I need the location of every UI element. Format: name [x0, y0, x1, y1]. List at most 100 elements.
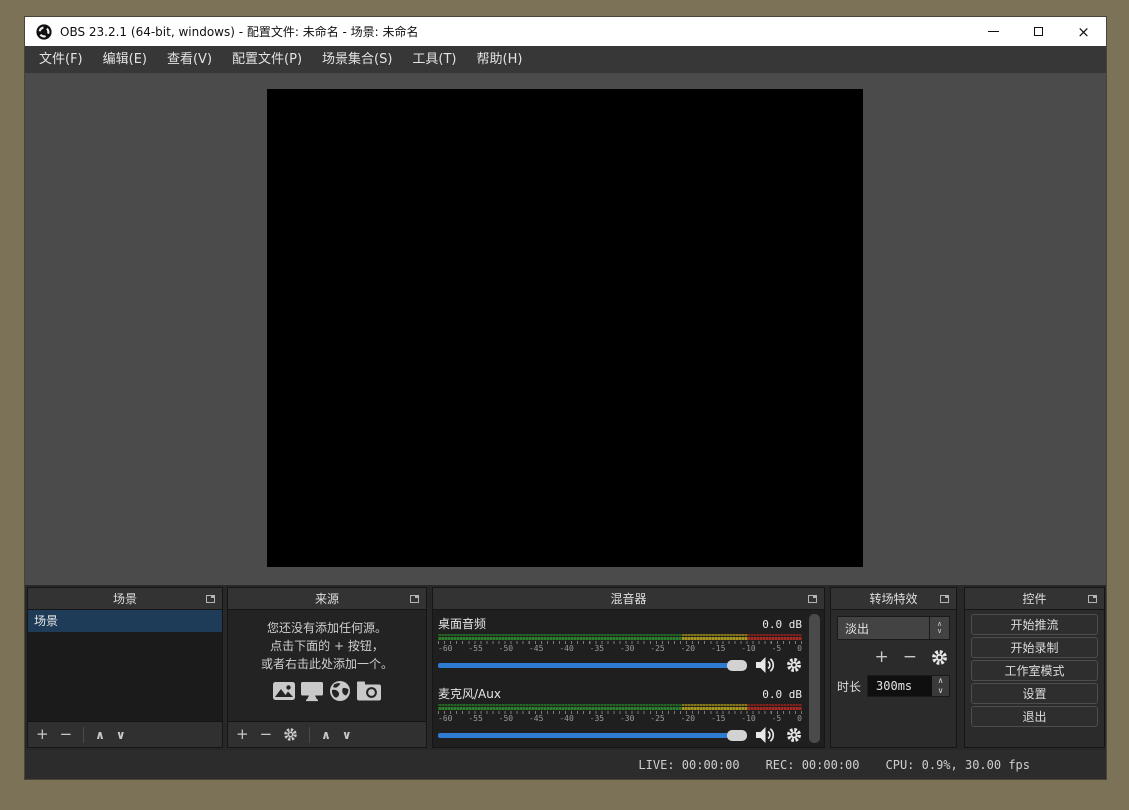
menu-file[interactable]: 文件(F) [29, 46, 93, 73]
sources-hint-line-3: 或者右击此处添加一个。 [228, 655, 426, 673]
status-bar: LIVE: 00:00:00 REC: 00:00:00 CPU: 0.9%, … [25, 750, 1106, 779]
speaker-mute-button[interactable] [756, 657, 777, 673]
menu-edit[interactable]: 编辑(E) [93, 46, 157, 73]
mixer-body: 桌面音频 0.0 dB -60-55-50-45-40-35-30-25-20-… [433, 610, 824, 747]
scene-up-button[interactable]: ∧ [95, 729, 105, 741]
camera-source-icon [356, 680, 382, 702]
sources-panel-title: 来源 [315, 590, 339, 607]
menu-scene-collection[interactable]: 场景集合(S) [312, 46, 402, 73]
sources-panel-header[interactable]: 来源 [228, 588, 426, 610]
source-properties-gear-icon[interactable] [283, 727, 298, 742]
channel-name: 麦克风/Aux [438, 685, 501, 702]
add-source-button[interactable]: + [236, 727, 249, 742]
channel-name: 桌面音频 [438, 615, 486, 632]
scene-down-button[interactable]: ∨ [116, 729, 126, 741]
mixer-scrollbar[interactable] [809, 614, 820, 743]
duration-label: 时长 [837, 678, 861, 695]
studio-mode-button[interactable]: 工作室模式 [971, 660, 1098, 681]
title-bar[interactable]: OBS 23.2.1 (64-bit, windows) - 配置文件: 未命名… [25, 17, 1106, 46]
float-dock-icon[interactable] [1088, 595, 1097, 603]
mixer-channel-mic-aux: 麦克风/Aux 0.0 dB -60-55-50-45-40-35-30-25-… [438, 685, 802, 743]
duration-value[interactable]: 300ms [868, 676, 932, 696]
duration-increment-button[interactable]: ∧ [932, 676, 949, 686]
add-scene-button[interactable]: + [36, 727, 49, 742]
channel-settings-gear-icon[interactable] [786, 727, 802, 743]
transitions-panel: 转场特效 淡出 ∧ ∨ + − [830, 587, 957, 748]
duration-spinbox[interactable]: 300ms ∧ ∨ [867, 675, 950, 697]
sources-toolbar: + − ∧ ∨ [228, 721, 426, 747]
menu-profile[interactable]: 配置文件(P) [222, 46, 312, 73]
transition-select[interactable]: 淡出 ∧ ∨ [837, 616, 950, 640]
display-source-icon [300, 680, 324, 702]
float-dock-icon[interactable] [940, 595, 949, 603]
mixer-panel: 混音器 桌面音频 0.0 dB -60-55-50-45-40-35-30-25… [432, 587, 825, 748]
transitions-panel-header[interactable]: 转场特效 [831, 588, 956, 610]
exit-button[interactable]: 退出 [971, 706, 1098, 727]
menu-help[interactable]: 帮助(H) [467, 46, 533, 73]
volume-meter: -60-55-50-45-40-35-30-25-20-15-10-50 [438, 634, 802, 653]
preview-area [25, 73, 1106, 585]
toolbar-separator [83, 727, 84, 743]
minimize-button[interactable] [971, 17, 1016, 46]
controls-panel: 控件 开始推流 开始录制 工作室模式 设置 退出 [964, 587, 1105, 748]
settings-button[interactable]: 设置 [971, 683, 1098, 704]
scenes-panel-header[interactable]: 场景 [28, 588, 222, 610]
obs-logo-icon [36, 24, 52, 40]
start-recording-button[interactable]: 开始录制 [971, 637, 1098, 658]
scenes-toolbar: + − ∧ ∨ [28, 721, 222, 747]
start-streaming-button[interactable]: 开始推流 [971, 614, 1098, 635]
remove-transition-button[interactable]: − [903, 649, 917, 666]
globe-source-icon [328, 680, 352, 702]
source-down-button[interactable]: ∨ [342, 729, 352, 741]
channel-settings-gear-icon[interactable] [786, 657, 802, 673]
float-dock-icon[interactable] [808, 595, 817, 603]
mixer-panel-header[interactable]: 混音器 [433, 588, 824, 610]
float-dock-icon[interactable] [410, 595, 419, 603]
transition-selected-value: 淡出 [838, 620, 929, 637]
speaker-mute-button[interactable] [756, 727, 777, 743]
sources-hint-line-2: 点击下面的 + 按钮， [228, 637, 426, 655]
preview-canvas[interactable] [267, 89, 863, 567]
volume-slider[interactable] [438, 663, 747, 668]
duration-decrement-button[interactable]: ∨ [932, 686, 949, 696]
transition-select-spinner[interactable]: ∧ ∨ [929, 617, 949, 639]
image-source-icon [272, 680, 296, 702]
close-icon: × [1077, 23, 1090, 41]
sources-empty-area[interactable]: 您还没有添加任何源。 点击下面的 + 按钮， 或者右击此处添加一个。 [228, 610, 426, 721]
volume-slider-handle[interactable] [727, 660, 747, 671]
transitions-panel-title: 转场特效 [869, 590, 917, 607]
remove-scene-button[interactable]: − [60, 727, 73, 742]
scenes-panel: 场景 场景 + − ∧ ∨ [27, 587, 223, 748]
controls-panel-title: 控件 [1022, 590, 1046, 607]
menu-view[interactable]: 查看(V) [157, 46, 222, 73]
sources-panel: 来源 您还没有添加任何源。 点击下面的 + 按钮， 或者右击此处添加一个。 [227, 587, 427, 748]
maximize-button[interactable] [1016, 17, 1061, 46]
maximize-icon [1034, 27, 1043, 36]
transition-properties-gear-icon[interactable] [931, 649, 948, 666]
scene-list-item-selected[interactable]: 场景 [28, 610, 222, 632]
meter-tick-labels: -60-55-50-45-40-35-30-25-20-15-10-50 [438, 715, 802, 723]
scenes-panel-title: 场景 [113, 590, 137, 607]
window-title: OBS 23.2.1 (64-bit, windows) - 配置文件: 未命名… [60, 23, 419, 40]
channel-volume-db: 0.0 dB [762, 688, 802, 701]
volume-slider[interactable] [438, 733, 747, 738]
remove-source-button[interactable]: − [260, 727, 273, 742]
sources-hint-line-1: 您还没有添加任何源。 [228, 619, 426, 637]
mixer-scrollbar-thumb[interactable] [809, 614, 820, 743]
toolbar-separator [309, 727, 310, 743]
channel-volume-db: 0.0 dB [762, 618, 802, 631]
controls-body: 开始推流 开始录制 工作室模式 设置 退出 [965, 610, 1104, 747]
transitions-body: 淡出 ∧ ∨ + − 时长 300ms [831, 610, 956, 747]
source-up-button[interactable]: ∧ [321, 729, 331, 741]
chevron-down-icon: ∨ [937, 628, 942, 635]
float-dock-icon[interactable] [206, 595, 215, 603]
volume-slider-handle[interactable] [727, 730, 747, 741]
menu-tools[interactable]: 工具(T) [402, 46, 466, 73]
scene-list[interactable]: 场景 [28, 610, 222, 721]
source-type-icons [228, 680, 426, 702]
controls-panel-header[interactable]: 控件 [965, 588, 1104, 610]
volume-meter: -60-55-50-45-40-35-30-25-20-15-10-50 [438, 704, 802, 723]
live-time: LIVE: 00:00:00 [638, 758, 739, 772]
add-transition-button[interactable]: + [875, 649, 889, 666]
close-button[interactable]: × [1061, 17, 1106, 46]
